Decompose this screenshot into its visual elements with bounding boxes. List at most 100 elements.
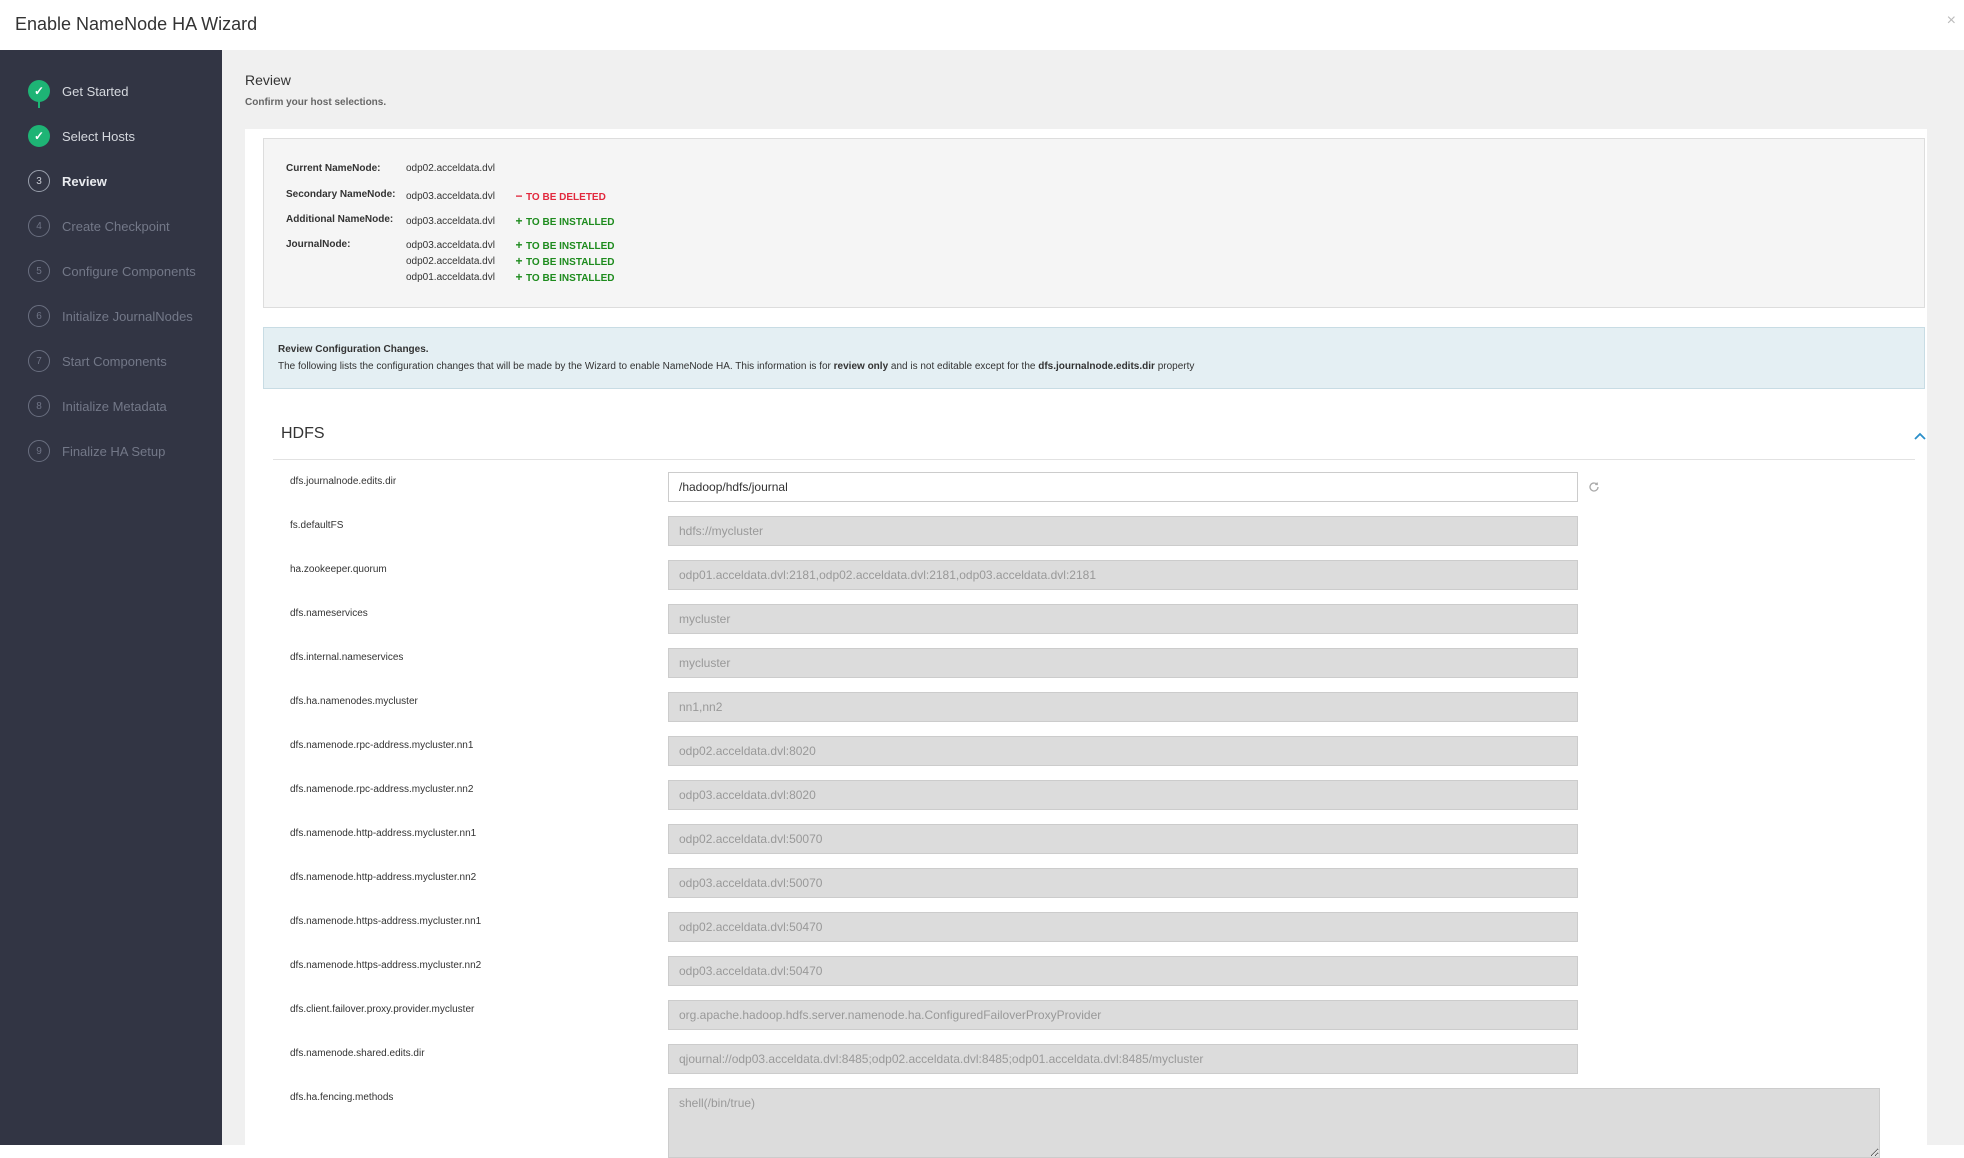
status-badge: + TO BE INSTALLED — [514, 214, 615, 228]
wizard-title: Enable NameNode HA Wizard — [15, 14, 258, 34]
journalnode-edits-dir-input[interactable] — [668, 472, 1578, 502]
host-name: odp02.acceldata.dvl — [406, 163, 495, 174]
current-namenode-row: Current NameNode: odp02.acceldata.dvl — [286, 163, 495, 174]
property-name: dfs.nameservices — [290, 608, 368, 619]
sidebar-step-get-started[interactable]: ✓ Get Started — [28, 80, 128, 102]
host-name: odp03.acceldata.dvl — [406, 215, 495, 227]
plus-icon: + — [515, 238, 523, 252]
info-bold: review only — [833, 361, 889, 372]
step-number: 8 — [28, 395, 50, 417]
status-text: TO BE INSTALLED — [526, 273, 615, 284]
step-number: 4 — [28, 215, 50, 237]
status-badge: + TO BE INSTALLED — [514, 238, 615, 252]
step-number: 5 — [28, 260, 50, 282]
property-value: shell(/bin/true) — [668, 1088, 1880, 1158]
property-name: dfs.client.failover.proxy.provider.myclu… — [290, 1004, 475, 1015]
property-value — [668, 516, 1578, 546]
host-label: Secondary NameNode: — [286, 189, 396, 200]
list-item: odp02.acceldata.dvl + TO BE INSTALLED — [406, 253, 615, 269]
property-row: dfs.namenode.rpc-address.mycluster.nn2 — [290, 780, 1890, 810]
property-name: ha.zookeeper.quorum — [290, 564, 387, 575]
property-value — [668, 604, 1578, 634]
property-name: dfs.namenode.http-address.mycluster.nn1 — [290, 828, 477, 839]
status-badge: + TO BE INSTALLED — [514, 270, 615, 284]
property-value — [668, 824, 1578, 854]
property-row: fs.defaultFS — [290, 516, 1890, 546]
journalnode-list: odp03.acceldata.dvl + TO BE INSTALLED odp… — [406, 237, 615, 285]
step-label: Initialize Metadata — [62, 398, 167, 414]
review-content: Current NameNode: odp02.acceldata.dvl Se… — [245, 129, 1927, 1158]
property-name: dfs.namenode.https-address.mycluster.nn1 — [290, 916, 482, 927]
step-number: 6 — [28, 305, 50, 327]
list-item: odp03.acceldata.dvl + TO BE INSTALLED — [406, 237, 615, 253]
status-text: TO BE INSTALLED — [526, 217, 615, 228]
property-value — [668, 736, 1578, 766]
status-badge: − TO BE DELETED — [514, 189, 605, 203]
property-row: dfs.namenode.http-address.mycluster.nn1 — [290, 824, 1890, 854]
property-row: ha.zookeeper.quorum — [290, 560, 1890, 590]
step-label: Start Components — [62, 353, 167, 369]
status-text: TO BE INSTALLED — [526, 257, 615, 268]
sidebar-step-start-components: 7 Start Components — [28, 350, 167, 372]
host-label: JournalNode: — [286, 239, 351, 250]
info-title: Review Configuration Changes. — [278, 344, 429, 355]
property-name: dfs.namenode.shared.edits.dir — [290, 1048, 425, 1059]
property-name: dfs.namenode.http-address.mycluster.nn2 — [290, 872, 477, 883]
hdfs-section-title: HDFS — [281, 425, 325, 442]
property-value — [668, 868, 1578, 898]
plus-icon: + — [515, 214, 523, 228]
journalnode-row: JournalNode: odp03.acceldata.dvl + TO BE … — [286, 237, 615, 285]
status-badge: + TO BE INSTALLED — [514, 254, 615, 268]
property-row: dfs.journalnode.edits.dir — [290, 472, 1890, 502]
close-icon[interactable]: × — [1947, 12, 1956, 30]
host-label: Additional NameNode: — [286, 214, 394, 225]
sidebar-step-initialize-metadata: 8 Initialize Metadata — [28, 395, 167, 417]
step-label: Create Checkpoint — [62, 218, 170, 234]
property-name: dfs.namenode.https-address.mycluster.nn2 — [290, 960, 482, 971]
chevron-up-icon[interactable] — [1913, 429, 1927, 443]
status-text: TO BE INSTALLED — [526, 241, 615, 252]
additional-namenode-row: Additional NameNode: odp03.acceldata.dvl… — [286, 214, 615, 228]
step-label: Configure Components — [62, 263, 196, 279]
wizard-header: Enable NameNode HA Wizard × — [0, 0, 1964, 50]
info-text-part: and is not editable except for the — [888, 361, 1039, 372]
property-name: dfs.internal.nameservices — [290, 652, 404, 663]
info-bold: dfs.journalnode.edits.dir — [1038, 361, 1155, 372]
property-value — [668, 560, 1578, 590]
property-row: dfs.client.failover.proxy.provider.myclu… — [290, 1000, 1890, 1030]
property-value — [668, 1000, 1578, 1030]
section-divider — [273, 459, 1915, 460]
host-name: odp03.acceldata.dvl — [406, 239, 495, 251]
host-name: odp03.acceldata.dvl — [406, 190, 495, 202]
step-number: 9 — [28, 440, 50, 462]
sidebar-step-create-checkpoint: 4 Create Checkpoint — [28, 215, 170, 237]
property-value — [668, 648, 1578, 678]
property-value — [668, 692, 1578, 722]
property-row: dfs.namenode.https-address.mycluster.nn2 — [290, 956, 1890, 986]
sidebar-step-initialize-journalnodes: 6 Initialize JournalNodes — [28, 305, 193, 327]
sidebar-step-select-hosts[interactable]: ✓ Select Hosts — [28, 125, 135, 147]
property-value — [668, 956, 1578, 986]
property-value — [668, 780, 1578, 810]
list-item: odp01.acceldata.dvl + TO BE INSTALLED — [406, 269, 615, 285]
sidebar-step-configure-components: 5 Configure Components — [28, 260, 196, 282]
refresh-icon[interactable] — [1588, 480, 1600, 492]
sidebar-step-review[interactable]: 3 Review — [28, 170, 107, 192]
property-row: dfs.ha.fencing.methods shell(/bin/true) — [290, 1088, 1890, 1158]
main-panel: Review Confirm your host selections. Cur… — [222, 50, 1964, 1158]
property-name: dfs.ha.namenodes.mycluster — [290, 696, 418, 707]
property-name: dfs.namenode.rpc-address.mycluster.nn2 — [290, 784, 474, 795]
step-number: 7 — [28, 350, 50, 372]
check-icon: ✓ — [28, 80, 50, 102]
info-text: The following lists the configuration ch… — [278, 358, 1910, 375]
host-name: odp02.acceldata.dvl — [406, 255, 495, 267]
step-label: Finalize HA Setup — [62, 443, 166, 459]
step-label: Get Started — [62, 83, 129, 99]
config-changes-info: Review Configuration Changes. The follow… — [263, 327, 1925, 389]
property-row: dfs.namenode.shared.edits.dir — [290, 1044, 1890, 1074]
secondary-namenode-row: Secondary NameNode: odp03.acceldata.dvl … — [286, 189, 606, 203]
property-row: dfs.namenode.https-address.mycluster.nn1 — [290, 912, 1890, 942]
sidebar-step-finalize-ha-setup: 9 Finalize HA Setup — [28, 440, 165, 462]
property-row: dfs.namenode.http-address.mycluster.nn2 — [290, 868, 1890, 898]
property-row: dfs.ha.namenodes.mycluster — [290, 692, 1890, 722]
